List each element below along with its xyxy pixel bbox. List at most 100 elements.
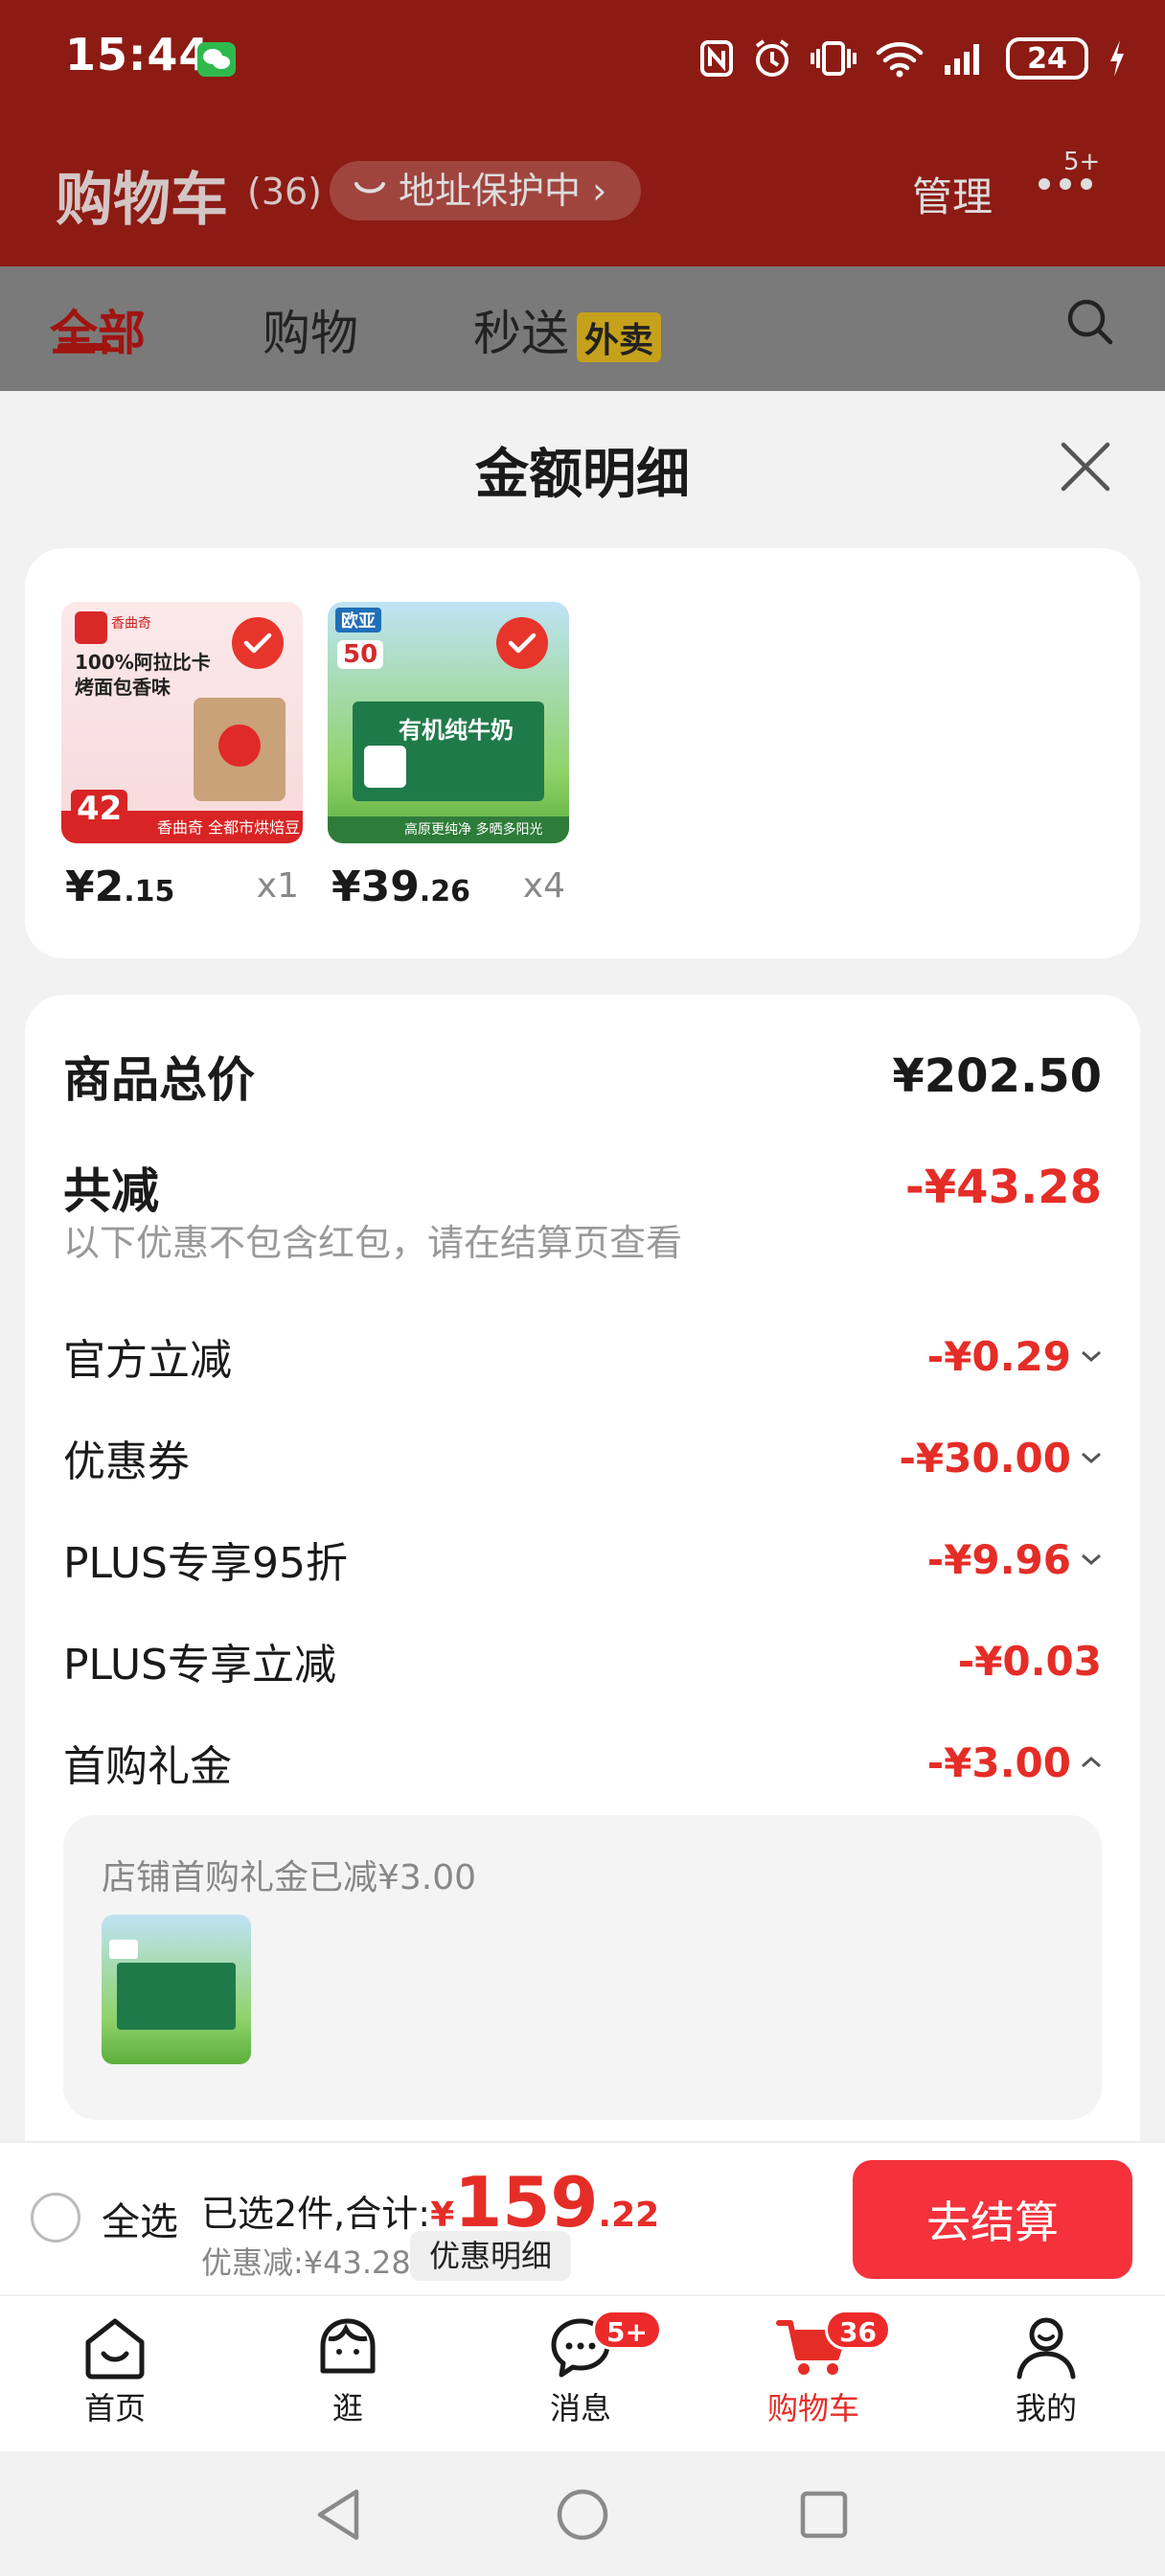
product-image-milk: 欧亚 50 有机纯牛奶 高原更纯净 多晒多阳光 bbox=[328, 602, 569, 843]
price-breakdown-card: 商品总价 ¥202.50 共减 -¥43.28 以下优惠不包含红包，请在结算页查… bbox=[25, 995, 1140, 2141]
chevron-right-icon: › bbox=[592, 170, 607, 212]
takeout-badge: 外卖 bbox=[577, 311, 662, 362]
currency-symbol: ¥ bbox=[430, 2196, 455, 2235]
total-discount-label: 共减 bbox=[63, 1163, 159, 1219]
discount-row-coupon[interactable]: 优惠券 -¥30.00 bbox=[63, 1424, 1102, 1491]
discount-label: PLUS专享95折 bbox=[63, 1539, 348, 1588]
discount-row-official[interactable]: 官方立减 -¥0.29 bbox=[63, 1322, 1102, 1390]
discount-note: 以下优惠不包含红包，请在结算页查看 bbox=[63, 1222, 683, 1264]
coffee-bag-image bbox=[194, 698, 286, 801]
product-price: ¥2.15 bbox=[65, 862, 174, 911]
product-price: ¥39.26 bbox=[331, 862, 470, 911]
total-price-label: 商品总价 bbox=[63, 1052, 255, 1108]
product-image-caption: 100%阿拉比卡 烤面包香味 bbox=[75, 651, 211, 699]
checkout-total: ¥159.22 bbox=[430, 2162, 659, 2242]
manage-button[interactable]: 管理 bbox=[912, 165, 993, 223]
vibrate-icon bbox=[811, 41, 857, 76]
checked-icon[interactable] bbox=[232, 617, 284, 669]
selected-count-text: 已选2件,合计: bbox=[201, 2193, 431, 2235]
discount-row-plus-reduce: PLUS专享立减 -¥0.03 bbox=[63, 1627, 1102, 1694]
stroll-icon bbox=[320, 2318, 376, 2374]
nav-stroll[interactable]: 逛 bbox=[271, 2313, 424, 2428]
status-time: 15:44 bbox=[65, 29, 211, 80]
nav-cart[interactable]: 购物车 36 bbox=[737, 2310, 891, 2428]
nav-profile[interactable]: 我的 bbox=[970, 2313, 1123, 2428]
more-menu-icon[interactable] bbox=[1039, 178, 1092, 190]
product-image-coffee: 香曲奇 100%阿拉比卡 烤面包香味 42 香曲奇 全都市烘焙豆 bbox=[61, 602, 303, 843]
chevron-down-icon bbox=[1082, 1350, 1101, 1363]
checkout-bar: 全选 已选2件,合计:¥159.22 优惠减:¥43.28 优惠明细 去结算 bbox=[0, 2141, 1165, 2294]
recents-icon[interactable] bbox=[799, 2490, 849, 2540]
product-image-tag: 42 bbox=[71, 790, 128, 828]
nav-home[interactable]: 首页 bbox=[38, 2313, 192, 2428]
total-discount-value: -¥43.28 bbox=[904, 1161, 1102, 1214]
product-item[interactable]: 欧亚 50 有机纯牛奶 高原更纯净 多晒多阳光 ¥39.26 x4 bbox=[328, 602, 569, 911]
tab-instant-delivery-label: 秒送 bbox=[473, 306, 569, 361]
cart-badge: 36 bbox=[825, 2310, 891, 2350]
product-item[interactable]: 香曲奇 100%阿拉比卡 烤面包香味 42 香曲奇 全都市烘焙豆 ¥2.15 x… bbox=[61, 602, 303, 911]
bottom-nav: 首页 逛 消息 5+ 购物车 36 我的 bbox=[0, 2296, 1165, 2451]
wechat-notification-icon bbox=[197, 42, 236, 77]
milk-box-image: 有机纯牛奶 bbox=[353, 702, 544, 801]
nav-label: 我的 bbox=[1015, 2390, 1077, 2426]
signal-icon bbox=[945, 44, 979, 75]
product-image-footer: 高原更纯净 多晒多阳光 bbox=[404, 822, 543, 838]
discount-value: -¥0.29 bbox=[926, 1332, 1071, 1380]
system-navigation-bar bbox=[0, 2451, 1165, 2576]
tab-shopping[interactable]: 购物 bbox=[263, 295, 358, 364]
checked-icon[interactable] bbox=[496, 617, 548, 669]
nav-messages[interactable]: 消息 5+ bbox=[504, 2310, 662, 2428]
discount-value: -¥30.00 bbox=[899, 1434, 1071, 1482]
product-brand-text: 香曲奇 bbox=[111, 616, 151, 632]
product-price-dec: .26 bbox=[419, 875, 471, 908]
close-icon[interactable] bbox=[1060, 441, 1111, 493]
address-protection-pill[interactable]: 地址保护中 › bbox=[330, 161, 642, 220]
nav-label: 购物车 bbox=[766, 2390, 859, 2426]
status-icons: 24 bbox=[699, 34, 1127, 82]
home-circle-icon[interactable] bbox=[556, 2488, 609, 2542]
cart-title: 购物车 bbox=[56, 167, 228, 234]
discount-label: 优惠券 bbox=[63, 1438, 190, 1486]
tab-instant-delivery[interactable]: 秒送 外卖 bbox=[473, 295, 662, 364]
discount-value: -¥3.00 bbox=[926, 1738, 1071, 1786]
product-image-tag: 50 bbox=[337, 640, 384, 669]
search-icon[interactable] bbox=[1065, 297, 1115, 347]
gift-product-thumbnail[interactable] bbox=[102, 1915, 251, 2064]
select-all-label[interactable]: 全选 bbox=[102, 2191, 178, 2246]
product-price-dec: .15 bbox=[124, 875, 175, 908]
amount-detail-sheet: 金额明细 香曲奇 100%阿拉比卡 烤面包香味 42 香曲奇 全都市烘焙豆 ¥2… bbox=[0, 391, 1165, 2141]
first-purchase-gift-detail: 店铺首购礼金已减¥3.00 bbox=[63, 1815, 1102, 2120]
discount-row-first-purchase[interactable]: 首购礼金 -¥3.00 bbox=[63, 1729, 1102, 1796]
nav-label: 逛 bbox=[331, 2390, 363, 2426]
brand-logo-icon bbox=[75, 611, 107, 644]
selected-products-card: 香曲奇 100%阿拉比卡 烤面包香味 42 香曲奇 全都市烘焙豆 ¥2.15 x… bbox=[25, 548, 1140, 958]
charging-icon bbox=[1110, 40, 1124, 77]
product-brand-text: 欧亚 bbox=[335, 608, 381, 632]
product-quantity: x1 bbox=[256, 866, 299, 906]
alarm-icon bbox=[755, 39, 789, 77]
product-price-int: ¥2 bbox=[65, 862, 125, 911]
back-icon[interactable] bbox=[314, 2488, 362, 2542]
wifi-icon bbox=[876, 42, 924, 78]
address-protection-label: 地址保护中 bbox=[399, 170, 582, 212]
tab-all[interactable]: 全部 bbox=[50, 295, 146, 364]
nav-label: 消息 bbox=[549, 2390, 611, 2426]
select-all-radio[interactable] bbox=[31, 2193, 80, 2242]
home-icon bbox=[85, 2318, 145, 2380]
discount-value: -¥9.96 bbox=[926, 1535, 1071, 1583]
product-price-int: ¥39 bbox=[331, 862, 420, 911]
cart-count: (36) bbox=[247, 171, 323, 213]
nfc-icon bbox=[700, 40, 733, 77]
discount-row-plus-95[interactable]: PLUS专享95折 -¥9.96 bbox=[63, 1526, 1102, 1593]
saved-amount: 优惠减:¥43.28 bbox=[201, 2244, 411, 2281]
checkout-button[interactable]: 去结算 bbox=[853, 2160, 1132, 2279]
total-discount-row: 共减 -¥43.28 bbox=[63, 1154, 1102, 1221]
discount-label: 官方立减 bbox=[63, 1336, 232, 1385]
gift-note: 店铺首购礼金已减¥3.00 bbox=[102, 1858, 477, 1898]
more-badge: 5+ bbox=[1063, 148, 1101, 176]
status-bar: 15:44 24 bbox=[0, 0, 1165, 115]
total-price-row: 商品总价 ¥202.50 bbox=[63, 1043, 1102, 1110]
battery-indicator: 24 bbox=[1006, 37, 1088, 80]
chevron-up-icon bbox=[1082, 1756, 1101, 1768]
discount-detail-button[interactable]: 优惠明细 bbox=[410, 2231, 572, 2281]
